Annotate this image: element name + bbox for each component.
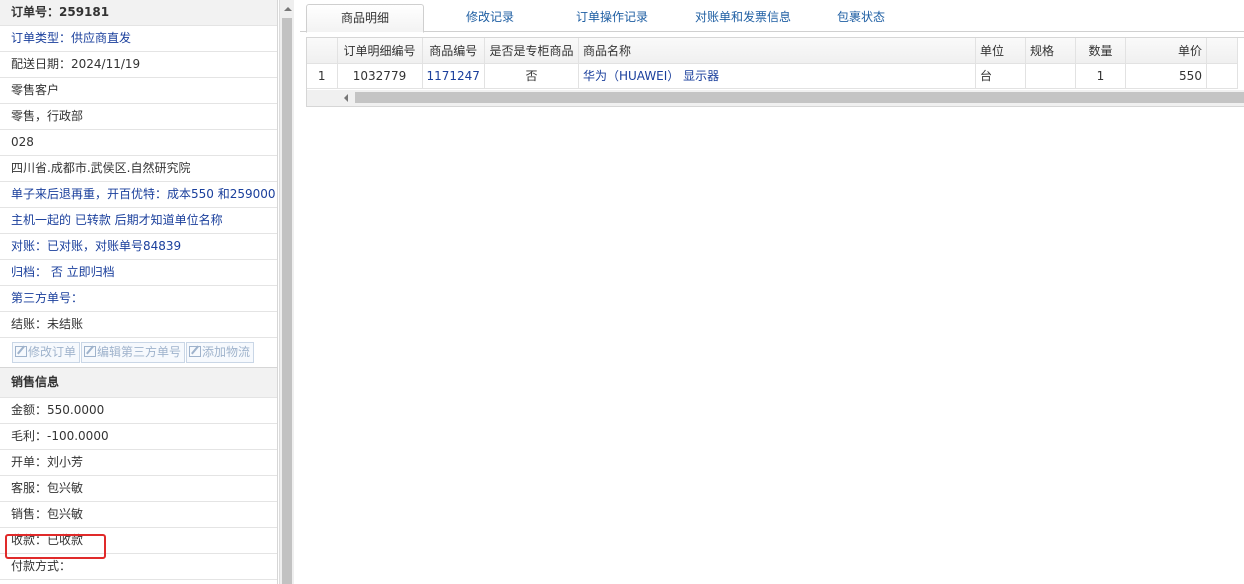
salesperson: 销售：包兴敏 [0,502,277,528]
grid-horizontal-scrollbar[interactable] [307,90,1244,106]
gross-profit: 毛利：-100.0000 [0,424,277,450]
col-quantity[interactable]: 数量 [1075,38,1126,64]
edit-icon [189,346,202,357]
col-unit-price[interactable]: 单价 [1125,38,1207,64]
col-index [307,38,338,64]
scroll-left-arrow-icon[interactable] [344,94,348,102]
table-row[interactable]: 1 1032779 1171247 否 华为（HUAWEI） 显示器 台 1 5… [307,63,1238,89]
scrollbar-thumb[interactable] [282,18,292,584]
order-note-1: 单子来后退再重，开百优特：成本550 和259000 [0,182,277,208]
tab-bar: 商品明细 修改记录 订单操作记录 对账单和发票信息 包裹状态 [300,4,1244,33]
col-unit[interactable]: 单位 [975,38,1026,64]
edit-icon [15,346,27,357]
customer-department: 零售，行政部 [0,104,277,130]
order-type: 订单类型：供应商直发 [0,26,277,52]
order-number-title: 订单号：259181 [0,0,277,26]
cell-quantity: 1 [1075,63,1126,89]
edit-order-button[interactable]: 修改订单 [12,342,81,363]
cell-detail-no: 1032779 [337,63,423,89]
customer-service: 客服：包兴敏 [0,476,277,502]
delivery-date: 配送日期：2024/11/19 [0,52,277,78]
sales-info-title: 销售信息 [0,368,277,398]
tab-product-details[interactable]: 商品明细 [306,4,424,33]
tab-statement-invoice[interactable]: 对账单和发票信息 [680,4,806,32]
edit-icon [84,346,97,357]
table-header-row: 订单明细编号 商品编号 是否是专柜商品 商品名称 单位 规格 数量 单价 [307,38,1238,64]
add-logistics-button[interactable]: 添加物流 [186,342,255,363]
tab-package-status[interactable]: 包裹状态 [820,4,902,32]
cell-unit-price: 550 [1125,63,1207,89]
order-note-2: 主机一起的 已转款 后期才知道单位名称 [0,208,277,234]
tab-order-operation-log[interactable]: 订单操作记录 [562,4,662,32]
tab-modification-log[interactable]: 修改记录 [440,4,540,32]
order-action-buttons: 修改订单 编辑第三方单号 添加物流 [0,338,277,368]
product-detail-grid: 订单明细编号 商品编号 是否是专柜商品 商品名称 单位 规格 数量 单价 1 1… [306,37,1244,107]
left-panel-scrollbar[interactable] [279,0,294,584]
highlight-box [5,534,106,559]
cell-spec [1025,63,1076,89]
cell-more [1206,63,1238,89]
add-logistics-label: 添加物流 [202,345,251,359]
address: 四川省.成都市.武侯区.自然研究院 [0,156,277,182]
order-info-panel: 订单号：259181 订单类型：供应商直发 配送日期：2024/11/19 零售… [0,0,278,584]
col-product-name[interactable]: 商品名称 [578,38,976,64]
third-party-number: 第三方单号： [0,286,277,312]
edit-third-party-button[interactable]: 编辑第三方单号 [81,342,186,363]
cell-product-no[interactable]: 1171247 [422,63,485,89]
col-spec[interactable]: 规格 [1025,38,1076,64]
reconciliation-status: 对账：已对账，对账单号84839 [0,234,277,260]
col-detail-no[interactable]: 订单明细编号 [337,38,423,64]
edit-third-party-label: 编辑第三方单号 [97,345,182,359]
sales-amount: 金额：550.0000 [0,398,277,424]
cell-product-name[interactable]: 华为（HUAWEI） 显示器 [578,63,976,89]
settlement-status: 结账：未结账 [0,312,277,338]
issuer: 开单：刘小芳 [0,450,277,476]
col-is-counter[interactable]: 是否是专柜商品 [484,38,579,64]
cell-is-counter: 否 [484,63,579,89]
horizontal-scrollbar-thumb[interactable] [355,92,1244,103]
cell-index: 1 [307,63,338,89]
col-more [1206,38,1238,64]
customer-type: 零售客户 [0,78,277,104]
col-product-no[interactable]: 商品编号 [422,38,485,64]
area-code: 028 [0,130,277,156]
product-table: 订单明细编号 商品编号 是否是专柜商品 商品名称 单位 规格 数量 单价 1 1… [307,38,1238,89]
archive-status[interactable]: 归档： 否 立即归档 [0,260,277,286]
edit-order-label: 修改订单 [28,345,77,359]
detail-panel: 商品明细 修改记录 订单操作记录 对账单和发票信息 包裹状态 订单明细编号 商品… [300,0,1244,584]
scroll-up-arrow-icon[interactable] [284,7,292,11]
cell-unit: 台 [975,63,1026,89]
